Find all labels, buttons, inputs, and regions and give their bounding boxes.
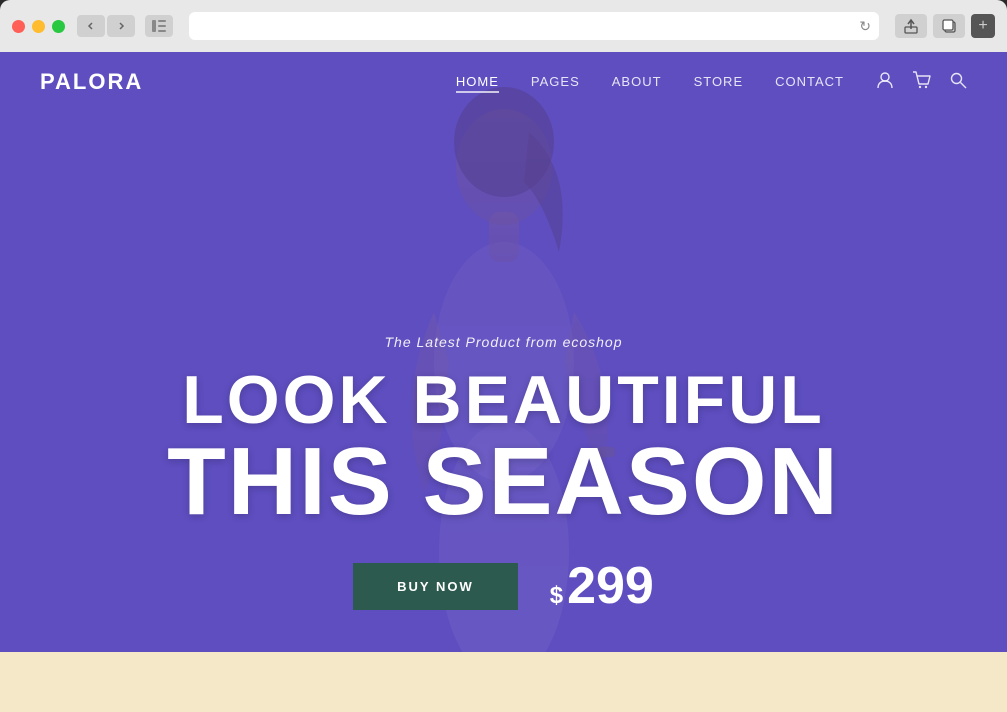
logo: PALORA xyxy=(40,69,143,95)
hero-subtitle: The Latest Product from ecoshop xyxy=(40,334,967,350)
forward-button[interactable] xyxy=(107,15,135,37)
hero-title-line1: LOOK BEAUTIFUL xyxy=(40,366,967,434)
hero-title-line2: THIS SEASON xyxy=(40,434,967,530)
price-container: $ 299 xyxy=(550,560,654,612)
sidebar-toggle-button[interactable] xyxy=(145,15,173,37)
nav-item-store[interactable]: STORE xyxy=(694,73,744,91)
nav-buttons xyxy=(77,15,135,37)
back-button[interactable] xyxy=(77,15,105,37)
nav-item-pages[interactable]: PAGES xyxy=(531,73,580,91)
traffic-light-green[interactable] xyxy=(52,20,65,33)
address-bar[interactable]: ↻ xyxy=(189,12,879,40)
nav-item-contact[interactable]: CONTACT xyxy=(775,73,844,91)
cart-icon[interactable] xyxy=(912,71,931,94)
nav-item-home[interactable]: HOME xyxy=(456,73,499,91)
share-button[interactable] xyxy=(895,14,927,38)
nav-item-about[interactable]: ABOUT xyxy=(612,73,662,91)
price-symbol: $ xyxy=(550,582,563,610)
hero-section: PALORA HOME PAGES ABOUT STORE CONTACT xyxy=(0,52,1007,712)
traffic-lights xyxy=(12,20,65,33)
hero-content: The Latest Product from ecoshop LOOK BEA… xyxy=(0,334,1007,612)
traffic-light-red[interactable] xyxy=(12,20,25,33)
browser-chrome: ↻ + xyxy=(0,0,1007,52)
website: PALORA HOME PAGES ABOUT STORE CONTACT xyxy=(0,52,1007,712)
add-tab-button[interactable]: + xyxy=(971,14,995,38)
buy-now-button[interactable]: BUY NOW xyxy=(353,563,518,610)
price-value: 299 xyxy=(567,560,654,612)
nav-icons xyxy=(876,71,967,94)
reload-icon[interactable]: ↻ xyxy=(859,18,871,35)
duplicate-button[interactable] xyxy=(933,14,965,38)
traffic-light-yellow[interactable] xyxy=(32,20,45,33)
hero-cta: BUY NOW $ 299 xyxy=(40,560,967,612)
user-icon[interactable] xyxy=(876,71,894,94)
search-icon[interactable] xyxy=(949,71,967,94)
browser-actions: + xyxy=(895,14,995,38)
navbar: PALORA HOME PAGES ABOUT STORE CONTACT xyxy=(0,52,1007,112)
nav-menu: HOME PAGES ABOUT STORE CONTACT xyxy=(456,73,844,91)
bottom-peek-section xyxy=(0,652,1007,712)
